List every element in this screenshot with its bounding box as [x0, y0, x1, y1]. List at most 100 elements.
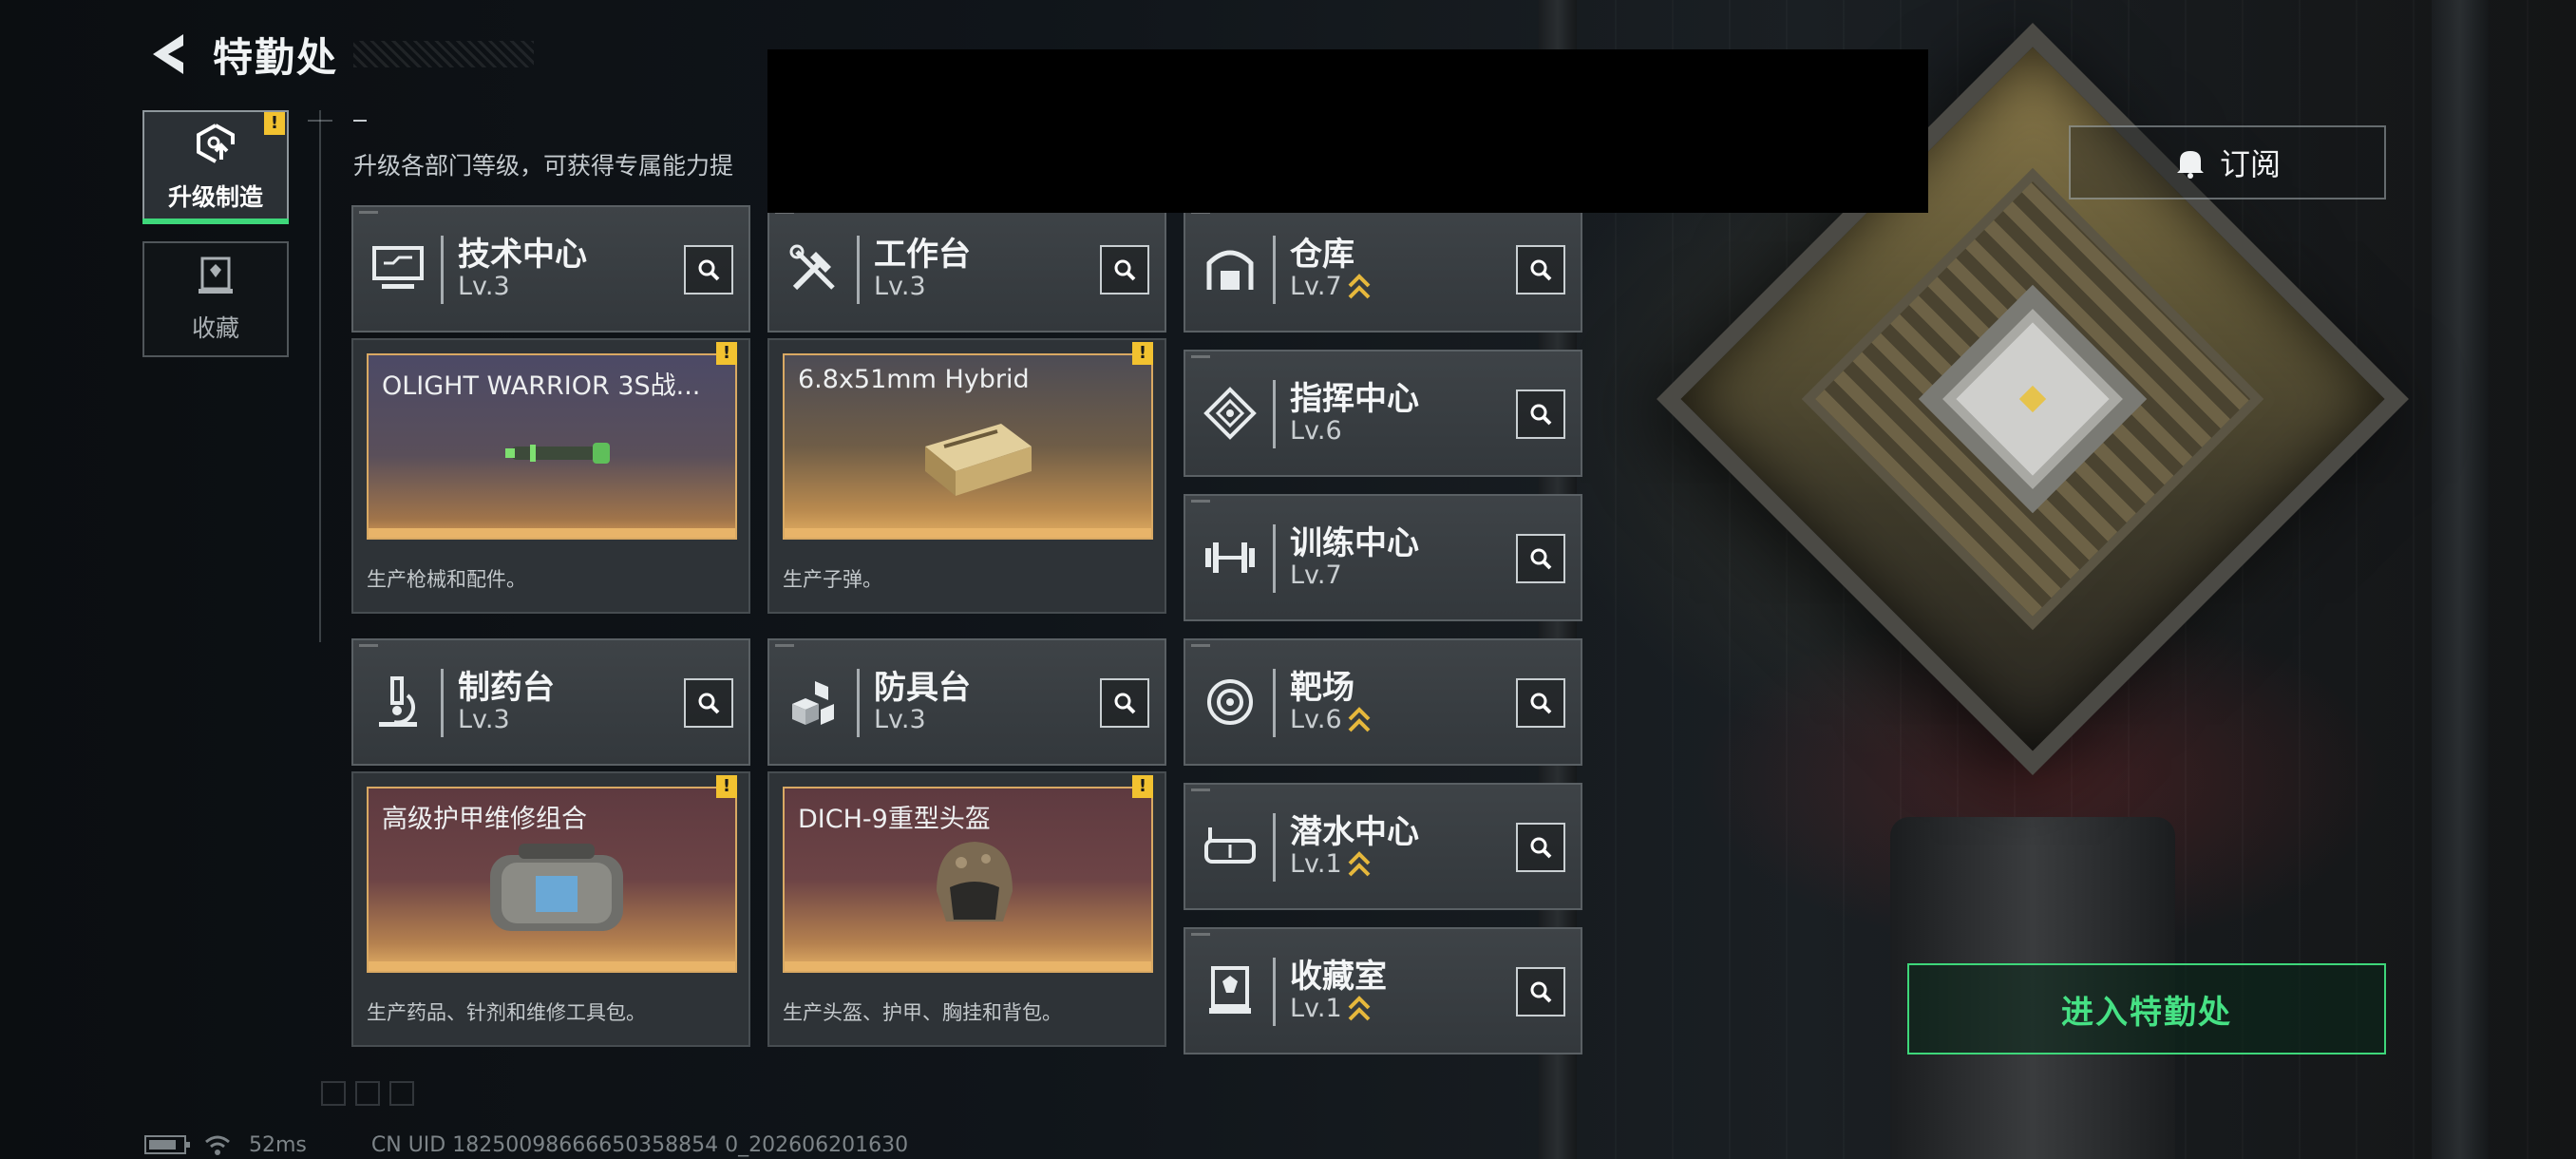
- battery-icon: [144, 1135, 190, 1154]
- dumbbell-icon: [1197, 524, 1263, 591]
- search-button[interactable]: [1100, 245, 1149, 294]
- search-button[interactable]: [684, 678, 733, 728]
- header: 特勤处: [142, 21, 535, 87]
- search-button[interactable]: [1516, 678, 1565, 728]
- warning-badge: !: [716, 775, 737, 798]
- production-panel-pharmacy[interactable]: 高级护甲维修组合 ! 生产药品、针剂和维修工具包。: [351, 771, 750, 1047]
- dept-name: 制药台: [458, 669, 555, 707]
- redacted-region: [767, 49, 1928, 213]
- dept-level: Lv.3: [458, 272, 510, 301]
- production-item-image: 高级护甲维修组合: [367, 787, 737, 973]
- user-uid: CN UID 18250098666650358854 0_2026062016…: [370, 1132, 909, 1157]
- tools-icon: [781, 236, 847, 302]
- production-item-image: DICH-9重型头盔: [783, 787, 1153, 973]
- dept-name: 靶场: [1290, 669, 1354, 707]
- dept-card-workbench[interactable]: 工作台 Lv.3: [767, 205, 1166, 332]
- tab-label: 升级制造: [167, 183, 263, 211]
- back-arrow-icon[interactable]: [142, 28, 192, 81]
- wifi-icon: [205, 1135, 230, 1155]
- production-item-name: 6.8x51mm Hybrid: [798, 365, 1030, 394]
- dept-card-diving-center[interactable]: 潜水中心 Lv.1: [1184, 783, 1582, 910]
- production-item-image: OLIGHT WARRIOR 3S战...: [367, 353, 737, 540]
- dept-level: Lv.1: [1290, 849, 1371, 879]
- dept-name: 训练中心: [1290, 524, 1419, 562]
- dept-card-collection-room[interactable]: 收藏室 Lv.1: [1184, 927, 1582, 1054]
- dept-card-shooting-range[interactable]: 靶场 Lv.6: [1184, 638, 1582, 766]
- dept-card-warehouse[interactable]: 仓库 Lv.7: [1184, 205, 1582, 332]
- production-item-name: OLIGHT WARRIOR 3S战...: [382, 371, 701, 401]
- production-panel-armor[interactable]: DICH-9重型头盔 ! 生产头盔、护甲、胸挂和背包。: [767, 771, 1166, 1047]
- search-icon: [1114, 259, 1136, 281]
- search-icon: [1530, 548, 1552, 570]
- dept-level: Lv.3: [874, 272, 926, 301]
- search-icon: [1114, 693, 1136, 714]
- dept-name: 防具台: [874, 669, 971, 707]
- background-pillar: [2432, 0, 2489, 1159]
- dept-name: 潜水中心: [1290, 813, 1419, 851]
- warning-badge: !: [716, 342, 737, 365]
- search-button[interactable]: [1516, 823, 1565, 872]
- warning-badge: !: [1132, 342, 1153, 365]
- dept-level: Lv.3: [874, 705, 926, 734]
- dept-name: 收藏室: [1290, 958, 1387, 996]
- title-decoration: [353, 41, 535, 67]
- search-icon: [1530, 837, 1552, 859]
- dept-card-pharmacy[interactable]: 制药台 Lv.3: [351, 638, 750, 766]
- search-icon: [1530, 259, 1552, 281]
- target-icon: [1197, 669, 1263, 735]
- production-item-name: 高级护甲维修组合: [382, 805, 587, 834]
- subscribe-button[interactable]: 订阅: [2069, 125, 2386, 200]
- search-button[interactable]: [1100, 678, 1149, 728]
- bottom-decoration: [321, 1081, 414, 1106]
- dept-level: Lv.7: [1290, 272, 1371, 301]
- dept-name: 工作台: [874, 236, 971, 274]
- upgrade-available-icon: [1348, 273, 1371, 298]
- search-button[interactable]: [1516, 534, 1565, 583]
- trophy-icon: [1197, 958, 1263, 1024]
- search-button[interactable]: [1516, 967, 1565, 1016]
- production-description: 生产药品、针剂和维修工具包。: [367, 1001, 646, 1024]
- search-button[interactable]: [1516, 390, 1565, 439]
- dept-level: Lv.7: [1290, 560, 1342, 590]
- dept-name: 技术中心: [458, 236, 587, 274]
- production-panel-tech[interactable]: OLIGHT WARRIOR 3S战... ! 生产枪械和配件。: [351, 338, 750, 614]
- search-button[interactable]: [684, 245, 733, 294]
- tab-collection[interactable]: 收藏: [142, 241, 289, 357]
- production-panel-workbench[interactable]: 6.8x51mm Hybrid ! 生产子弹。: [767, 338, 1166, 614]
- bell-icon: [2176, 151, 2204, 179]
- search-icon: [1530, 981, 1552, 1003]
- dept-card-tech-center[interactable]: 技术中心 Lv.3: [351, 205, 750, 332]
- repair-kit-icon: [490, 844, 623, 931]
- search-button[interactable]: [1516, 245, 1565, 294]
- production-description: 生产头盔、护甲、胸挂和背包。: [783, 1001, 1062, 1024]
- search-icon: [698, 259, 720, 281]
- warehouse-icon: [1197, 236, 1263, 302]
- dept-name: 指挥中心: [1290, 380, 1419, 418]
- dept-card-command-center[interactable]: 指挥中心 Lv.6: [1184, 350, 1582, 477]
- subtitle: 升级各部门等级，可获得专属能力提: [353, 152, 734, 180]
- upgrade-icon: [193, 122, 238, 169]
- tab-upgrade-manufacture[interactable]: ! 升级制造: [142, 110, 289, 224]
- divider-tick: [308, 120, 332, 122]
- warning-badge: !: [1132, 775, 1153, 798]
- dept-card-armor[interactable]: 防具台 Lv.3: [767, 638, 1166, 766]
- microscope-icon: [365, 669, 431, 735]
- upgrade-available-icon: [1348, 706, 1371, 732]
- dept-card-training-center[interactable]: 训练中心 Lv.7: [1184, 494, 1582, 621]
- search-icon: [698, 693, 720, 714]
- divider: [319, 110, 321, 642]
- ping-value: 52ms: [249, 1132, 307, 1157]
- page-title: 特勤处: [213, 33, 339, 81]
- chip-icon: [1197, 380, 1263, 446]
- dept-name: 仓库: [1290, 236, 1354, 274]
- dept-level: Lv.1: [1290, 994, 1371, 1023]
- production-description: 生产枪械和配件。: [367, 568, 526, 591]
- production-item-name: DICH-9重型头盔: [798, 805, 991, 834]
- enter-headquarters-button[interactable]: 进入特勤处: [1907, 963, 2386, 1054]
- dept-level: Lv.6: [1290, 416, 1342, 446]
- search-icon: [1530, 693, 1552, 714]
- helmet-icon: [937, 842, 1013, 922]
- status-bar: 52ms CN UID 18250098666650358854 0_20260…: [144, 1132, 908, 1157]
- tab-label: 收藏: [191, 314, 239, 342]
- ammo-box-icon: [925, 424, 1032, 496]
